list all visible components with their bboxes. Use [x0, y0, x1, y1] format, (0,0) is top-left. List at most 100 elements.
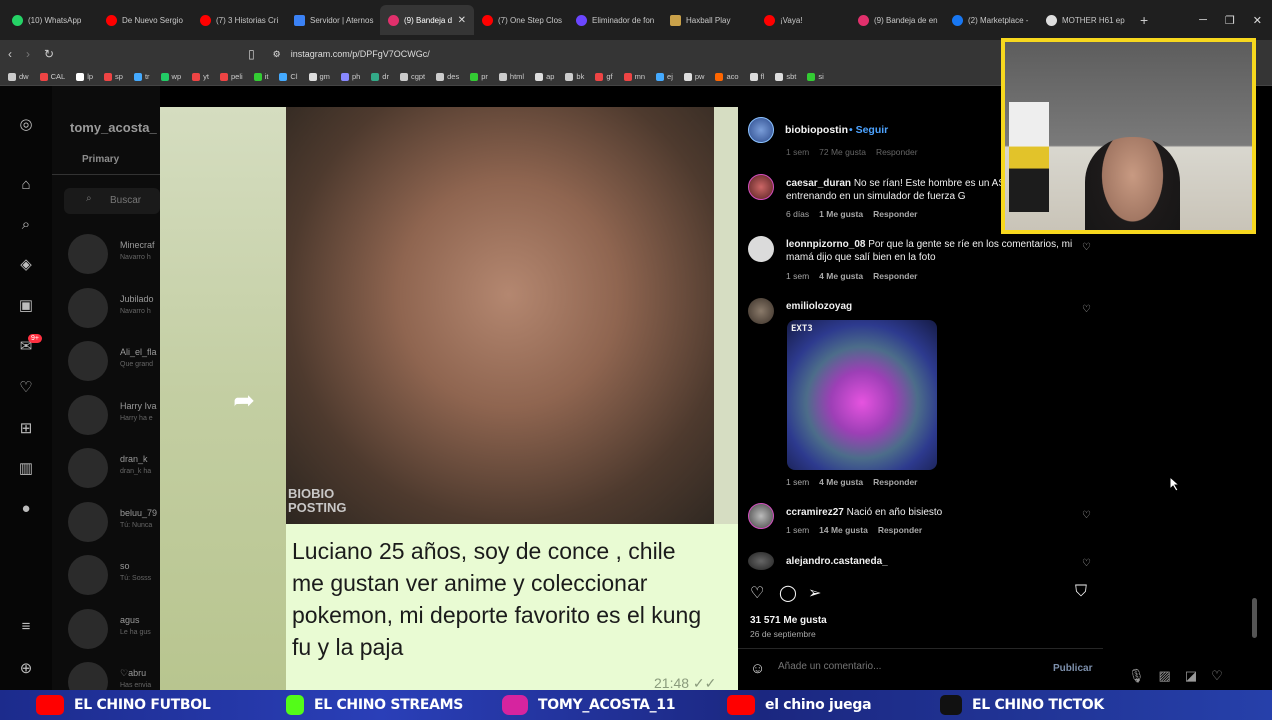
tab-youtube-4[interactable]: ¡Vaya!	[756, 5, 850, 35]
conversation-item[interactable]: Ali_el_fla Que grand	[52, 335, 160, 385]
tab-primary[interactable]: Primary	[82, 154, 119, 165]
bookmark-item[interactable]: des	[436, 72, 459, 81]
bookmark-item[interactable]: sp	[104, 72, 123, 81]
bookmark-item[interactable]: sbt	[775, 72, 796, 81]
bookmark-icon[interactable]: ▯	[248, 47, 255, 61]
bookmark-item[interactable]: yt	[192, 72, 209, 81]
tab-youtube-2[interactable]: (7) 3 Historias Cri	[192, 5, 286, 35]
bookmark-item[interactable]: fl	[749, 72, 764, 81]
tab-mother[interactable]: MOTHER H61 ep	[1038, 5, 1132, 35]
search-icon[interactable]: ⌕	[17, 216, 35, 234]
tab-whatsapp[interactable]: (10) WhatsApp	[4, 5, 98, 35]
close-icon[interactable]: ✕	[458, 15, 466, 26]
tab-aternos[interactable]: Servidor | Aternos	[286, 5, 380, 35]
publish-button[interactable]: Publicar	[1053, 663, 1092, 674]
author-username[interactable]: biobiopostin	[785, 124, 848, 136]
bookmark-item[interactable]: it	[253, 72, 268, 81]
tab-haxball[interactable]: Haxball Play	[662, 5, 756, 35]
dm-search-input[interactable]: Buscar	[64, 188, 160, 214]
conversation-item[interactable]: dran_k dran_k ha	[52, 442, 160, 492]
bookmark-item[interactable]: gm	[308, 72, 330, 81]
bookmark-item[interactable]: mn	[623, 72, 645, 81]
heart-icon[interactable]: ♡	[1211, 668, 1223, 684]
instagram-icon	[388, 14, 399, 26]
save-bookmark-icon[interactable]: ⛉	[1075, 583, 1087, 601]
close-window-icon[interactable]: ✕	[1253, 14, 1262, 27]
bookmark-item[interactable]: gf	[595, 72, 613, 81]
bookmark-item[interactable]: CAL	[39, 72, 65, 81]
bookmark-item[interactable]: ej	[656, 72, 673, 81]
reels-icon[interactable]: ▣	[17, 297, 35, 315]
minimize-icon[interactable]: ─	[1199, 14, 1207, 26]
forward-icon[interactable]: ›	[26, 47, 30, 61]
likes-count[interactable]: 31 571 Me gusta	[750, 615, 827, 626]
home-icon[interactable]: ⌂	[17, 176, 35, 194]
bookmark-item[interactable]: cgpt	[399, 72, 425, 81]
bookmark-item[interactable]: html	[498, 72, 524, 81]
like-comment-heart-icon[interactable]: ♡	[1082, 242, 1091, 253]
conversation-item[interactable]: Harry Iva Harry ha e	[52, 389, 160, 439]
bookmark-item[interactable]: wp	[160, 72, 181, 81]
conversation-item[interactable]: Jubilado Navarro h	[52, 282, 160, 332]
comment-avatar[interactable]	[748, 298, 774, 324]
reload-icon[interactable]: ↻	[44, 47, 54, 61]
notifications-heart-icon[interactable]: ♡	[17, 379, 35, 397]
tab-youtube-1[interactable]: De Nuevo Sergio	[98, 5, 192, 35]
sticker-icon[interactable]: ◪	[1185, 668, 1197, 684]
new-tab-button[interactable]: +	[1132, 12, 1156, 28]
dashboard-icon[interactable]: ▥	[17, 460, 35, 478]
comment-input[interactable]	[778, 661, 1038, 672]
comment-avatar[interactable]	[748, 503, 774, 529]
bookmark-item[interactable]: pw	[683, 72, 704, 81]
profile-avatar-icon[interactable]: ●	[17, 500, 35, 518]
bookmark-item[interactable]: pr	[470, 72, 488, 81]
post-date: 26 de septiembre	[750, 629, 816, 639]
bookmark-item[interactable]: tr	[133, 72, 150, 81]
bookmark-item[interactable]: dr	[371, 72, 389, 81]
conversation-item[interactable]: agus Le ha gus	[52, 603, 160, 653]
tab-youtube-3[interactable]: (7) One Step Clos	[474, 5, 568, 35]
menu-icon[interactable]: ≡	[17, 618, 35, 636]
tab-instagram-active[interactable]: (9) Bandeja d ✕	[380, 5, 474, 35]
instagram-logo-icon[interactable]: ◎	[17, 116, 35, 134]
like-comment-heart-icon[interactable]: ♡	[1082, 510, 1091, 521]
conversation-item[interactable]: Minecraf Navarro h	[52, 228, 160, 278]
bookmark-item[interactable]: bk	[565, 72, 584, 81]
comment-avatar[interactable]	[748, 174, 774, 200]
tab-facebook[interactable]: (2) Marketplace -	[944, 5, 1038, 35]
emoji-icon[interactable]: ☺	[750, 660, 765, 677]
share-icon[interactable]: ➢	[808, 583, 821, 603]
like-comment-heart-icon[interactable]: ♡	[1082, 304, 1091, 315]
back-icon[interactable]: ‹	[8, 47, 12, 61]
conversation-item[interactable]: so Tú: Sosss	[52, 549, 160, 599]
bookmark-item[interactable]: si	[807, 72, 824, 81]
conversation-item[interactable]: beluu_79 Tú: Nunca	[52, 496, 160, 546]
create-icon[interactable]: ⊞	[17, 420, 35, 438]
microphone-icon[interactable]: 🎙	[1128, 668, 1145, 684]
bookmark-item[interactable]: lp	[76, 72, 93, 81]
url-field[interactable]: ⚙ instagram.com/p/DPFgV7OCWGc/	[273, 43, 953, 65]
follow-button[interactable]: • Seguir	[849, 124, 888, 136]
also-from-meta-icon[interactable]: ⊕	[17, 660, 35, 678]
image-icon[interactable]: ▨	[1159, 668, 1171, 684]
like-comment-heart-icon[interactable]: ♡	[1082, 558, 1091, 569]
site-info-icon[interactable]: ⚙	[273, 49, 281, 60]
instagram-icon	[502, 695, 528, 715]
bookmark-item[interactable]: peli	[219, 72, 243, 81]
tab-bg-remover[interactable]: Eliminador de fon	[568, 5, 662, 35]
bookmark-item[interactable]: ph	[340, 72, 360, 81]
bookmark-item[interactable]: Cl	[279, 72, 298, 81]
comment-avatar[interactable]	[748, 552, 774, 570]
conversation-name: Ali_el_fla	[120, 347, 157, 357]
like-heart-icon[interactable]: ♡	[750, 583, 764, 603]
comment-icon[interactable]: ◯	[779, 583, 797, 603]
bookmark-item[interactable]: aco	[715, 72, 739, 81]
maximize-icon[interactable]: ❐	[1225, 14, 1235, 27]
bookmark-item[interactable]: ap	[535, 72, 554, 81]
tab-instagram-2[interactable]: (9) Bandeja de en	[850, 5, 944, 35]
explore-icon[interactable]: ◈	[17, 256, 35, 274]
scrollbar[interactable]	[1252, 598, 1257, 638]
bookmark-item[interactable]: dw	[8, 72, 29, 81]
author-avatar[interactable]	[748, 117, 774, 143]
comment-avatar[interactable]	[748, 236, 774, 262]
